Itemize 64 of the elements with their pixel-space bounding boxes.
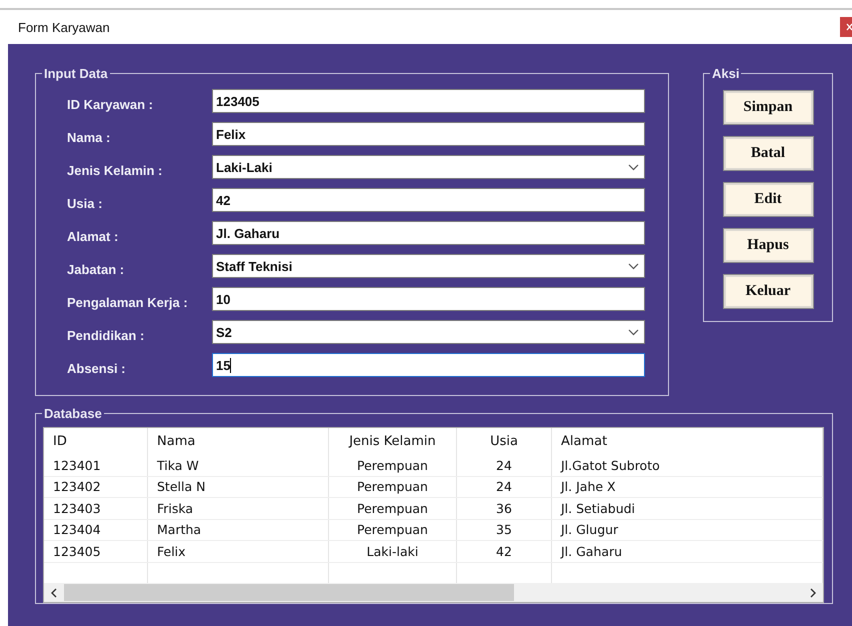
dropdown[interactable]: S2 (212, 320, 645, 344)
table-cell: 24 (457, 476, 552, 497)
input-field[interactable]: 123405 (212, 89, 645, 113)
table-cell: 36 (457, 498, 552, 518)
table-cell: Perempuan (329, 476, 457, 497)
scrollbar[interactable] (44, 583, 823, 602)
column-header[interactable]: Alamat (552, 428, 823, 455)
table-cell: Tika W (148, 455, 329, 476)
field-label: Alamat : (67, 228, 120, 244)
input-field[interactable]: 42 (212, 188, 645, 212)
dropdown[interactable]: Laki-Laki (212, 155, 645, 179)
table-cell: Jl.Gatot Subroto (552, 455, 823, 476)
field-label: Jenis Kelamin : (67, 162, 164, 178)
close-icon (846, 23, 852, 31)
table-cell: Jl. Jahe X (552, 476, 823, 497)
table-cell: 123403 (44, 498, 148, 518)
group-title: Aksi (712, 66, 740, 81)
chevron-down-icon (628, 328, 639, 336)
table-cell: Laki-laki (329, 541, 457, 562)
field-label: Pengalaman Kerja : (67, 294, 189, 310)
field-label: Jabatan : (67, 260, 126, 276)
table-cell: 123401 (44, 455, 148, 476)
action-button[interactable]: Batal (722, 136, 814, 171)
table-cell: Perempuan (329, 520, 457, 540)
input-field[interactable]: Felix (212, 122, 645, 146)
table-cell: Jl. Gaharu (552, 541, 823, 562)
group-title: Input Data (44, 66, 108, 81)
table-cell: Friska (148, 498, 329, 518)
field-label: Usia : (67, 194, 104, 210)
action-button[interactable]: Simpan (722, 90, 814, 125)
table-cell: 35 (457, 520, 552, 540)
dropdown[interactable]: Staff Teknisi (212, 254, 645, 278)
chevron-down-icon (628, 262, 639, 270)
input-field[interactable]: 15 (212, 353, 645, 377)
action-button[interactable]: Edit (722, 182, 814, 217)
table-cell: 123402 (44, 476, 148, 497)
table-cell: 42 (457, 541, 552, 562)
table-cell: Martha (148, 520, 329, 540)
field-label: Nama : (67, 128, 112, 144)
table-cell: Stella N (148, 476, 329, 497)
table-cell: Perempuan (329, 455, 457, 476)
field-label: Pendidikan : (67, 326, 146, 342)
field-label: ID Karyawan : (67, 96, 154, 112)
table-cell: Jl. Glugur (552, 520, 823, 540)
column-header[interactable]: Nama (148, 428, 329, 455)
column-header[interactable]: Usia (457, 428, 552, 455)
input-field[interactable]: 10 (212, 287, 645, 311)
column-header[interactable]: Jenis Kelamin (329, 428, 457, 455)
table-cell: 123405 (44, 541, 148, 562)
input-field[interactable]: Jl. Gaharu (212, 221, 645, 245)
table-cell: Jl. Setiabudi (552, 498, 823, 518)
table-cell: 24 (457, 455, 552, 476)
column-header[interactable]: ID (44, 428, 148, 455)
scrollbar-thumb[interactable] (64, 584, 514, 601)
action-button[interactable]: Keluar (722, 274, 814, 309)
action-button[interactable]: Hapus (722, 228, 814, 263)
table-cell: Perempuan (329, 498, 457, 518)
chevron-down-icon (628, 164, 639, 170)
field-label: Absensi : (67, 360, 127, 376)
table-cell: 123404 (44, 520, 148, 540)
window-title: Form Karyawan (18, 20, 110, 34)
close-button[interactable] (840, 17, 852, 37)
group-title: Database (44, 406, 102, 421)
table-cell: Felix (148, 541, 329, 562)
